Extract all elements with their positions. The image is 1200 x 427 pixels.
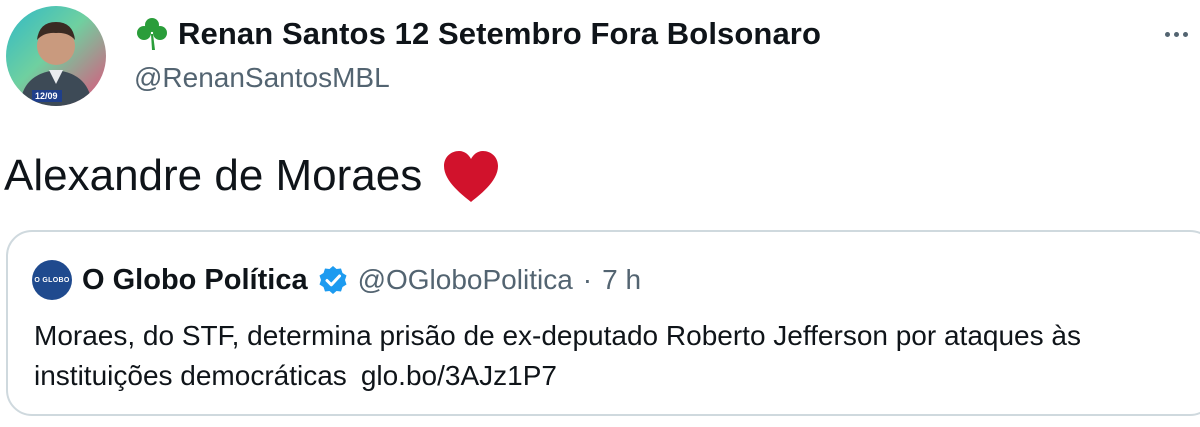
author-display-name[interactable]: Renan Santos 12 Setembro Fora Bolsonaro <box>178 16 821 52</box>
shamrock-icon <box>137 18 167 50</box>
quoted-timestamp[interactable]: 7 h <box>602 264 641 296</box>
red-heart-icon <box>444 151 499 202</box>
verified-badge-icon <box>319 266 347 294</box>
quoted-avatar-logo: O GLOBO <box>34 276 70 284</box>
author-handle[interactable]: @RenanSantosMBL <box>134 62 390 94</box>
quoted-handle[interactable]: @OGloboPolitica <box>358 264 573 296</box>
quoted-tweet-header: O GLOBO O Globo Política @OGloboPolitica… <box>32 258 641 302</box>
avatar-badge: 12/09 <box>35 91 58 101</box>
quoted-tweet-text-block: Moraes, do STF, determina prisão de ex-d… <box>34 316 1184 396</box>
more-options-button[interactable] <box>1156 14 1196 54</box>
tweet-text-row: Alexandre de Moraes <box>4 146 502 206</box>
author-name-row: Renan Santos 12 Setembro Fora Bolsonaro <box>134 14 821 54</box>
quoted-tweet-link[interactable]: glo.bo/3AJz1P7 <box>361 360 557 391</box>
more-dot-icon <box>1173 31 1179 37</box>
author-avatar[interactable]: 12/09 <box>6 6 106 106</box>
quoted-tweet-card[interactable]: O GLOBO O Globo Política @OGloboPolitica… <box>6 230 1200 416</box>
tweet-text: Alexandre de Moraes <box>4 151 423 200</box>
quoted-tweet-text: Moraes, do STF, determina prisão de ex-d… <box>34 320 1081 391</box>
quoted-account-name[interactable]: O Globo Política <box>82 264 308 297</box>
more-dot-icon <box>1164 31 1170 37</box>
quoted-separator: · <box>582 264 593 295</box>
tweet: 12/09 Renan Santos 12 Setembro Fora Bols… <box>0 0 1200 427</box>
quoted-avatar[interactable]: O GLOBO <box>32 260 72 300</box>
more-dot-icon <box>1182 31 1188 37</box>
